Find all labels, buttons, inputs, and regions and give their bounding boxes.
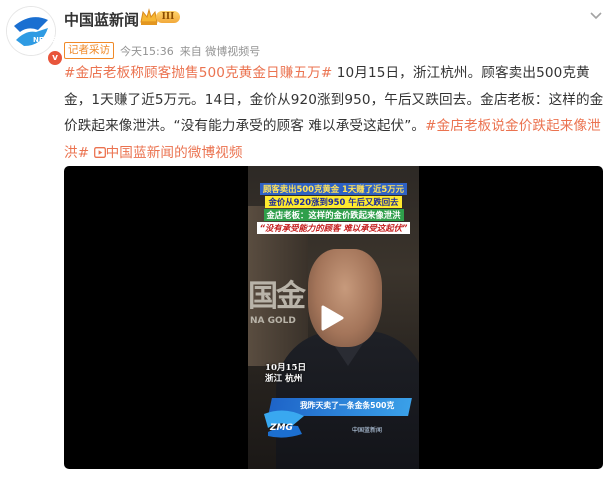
lower-brand: 中国蓝新闻	[352, 427, 383, 434]
post-source[interactable]: 来自 微博视频号	[180, 43, 261, 59]
post-time[interactable]: 今天15:36	[120, 43, 174, 59]
zmg-text: ZMG	[270, 423, 293, 433]
video-link-icon	[93, 146, 106, 158]
video-player[interactable]: 国金 NA GOLD 顾客卖出500克黄金 1天赚了近5万元 金价从920涨到9…	[64, 166, 603, 469]
location-stamp: 浙江 杭州	[265, 374, 303, 384]
more-options-button[interactable]	[589, 6, 603, 25]
lower-third: 我昨天卖了一条金条500克 ZMG 中国蓝新闻	[260, 390, 412, 438]
caption-2: 金价从920涨到950 午后又跌回去	[265, 196, 402, 208]
lower-third-text: 我昨天卖了一条金条500克	[300, 401, 395, 410]
verified-badge: v	[47, 50, 63, 66]
caption-1: 顾客卖出500克黄金 1天赚了近5万元	[260, 183, 407, 195]
post-text: #金店老板称顾客抛售500克黄金日赚五万# 10月15日，浙江杭州。顾客卖出50…	[64, 60, 606, 166]
avatar[interactable]: NEWS v	[6, 6, 63, 66]
zhejiang-news-logo-icon: NEWS	[7, 7, 56, 55]
svg-text:NEWS: NEWS	[33, 36, 56, 44]
hashtag-title-link[interactable]: #金店老板称顾客抛售500克黄金日赚五万#	[64, 65, 332, 81]
chevron-down-icon	[590, 12, 602, 20]
member-level-badge[interactable]: III	[139, 8, 183, 26]
date-stamp: 10月15日	[265, 363, 307, 373]
play-icon[interactable]	[316, 303, 346, 333]
store-sign-sub: NA GOLD	[250, 316, 296, 326]
video-link[interactable]: 中国蓝新闻的微博视频	[93, 145, 243, 161]
video-captions: 顾客卖出500克黄金 1天赚了近5万元 金价从920涨到950 午后又跌回去 金…	[248, 182, 419, 234]
account-name[interactable]: 中国蓝新闻	[64, 9, 139, 30]
level-label: III	[156, 11, 180, 23]
identity-tag: 记者采访	[64, 42, 114, 59]
date-location-stamp: 10月15日 浙江 杭州	[265, 363, 306, 385]
caption-3: 金店老板：这样的金价跌起来像泄洪	[263, 209, 404, 221]
video-link-label[interactable]: 中国蓝新闻的微博视频	[106, 145, 243, 161]
post-meta: 记者采访 今天15:36 来自 微博视频号	[64, 42, 260, 59]
caption-4: “没有承受能力的顾客 难以承受这起伏”	[256, 222, 411, 234]
